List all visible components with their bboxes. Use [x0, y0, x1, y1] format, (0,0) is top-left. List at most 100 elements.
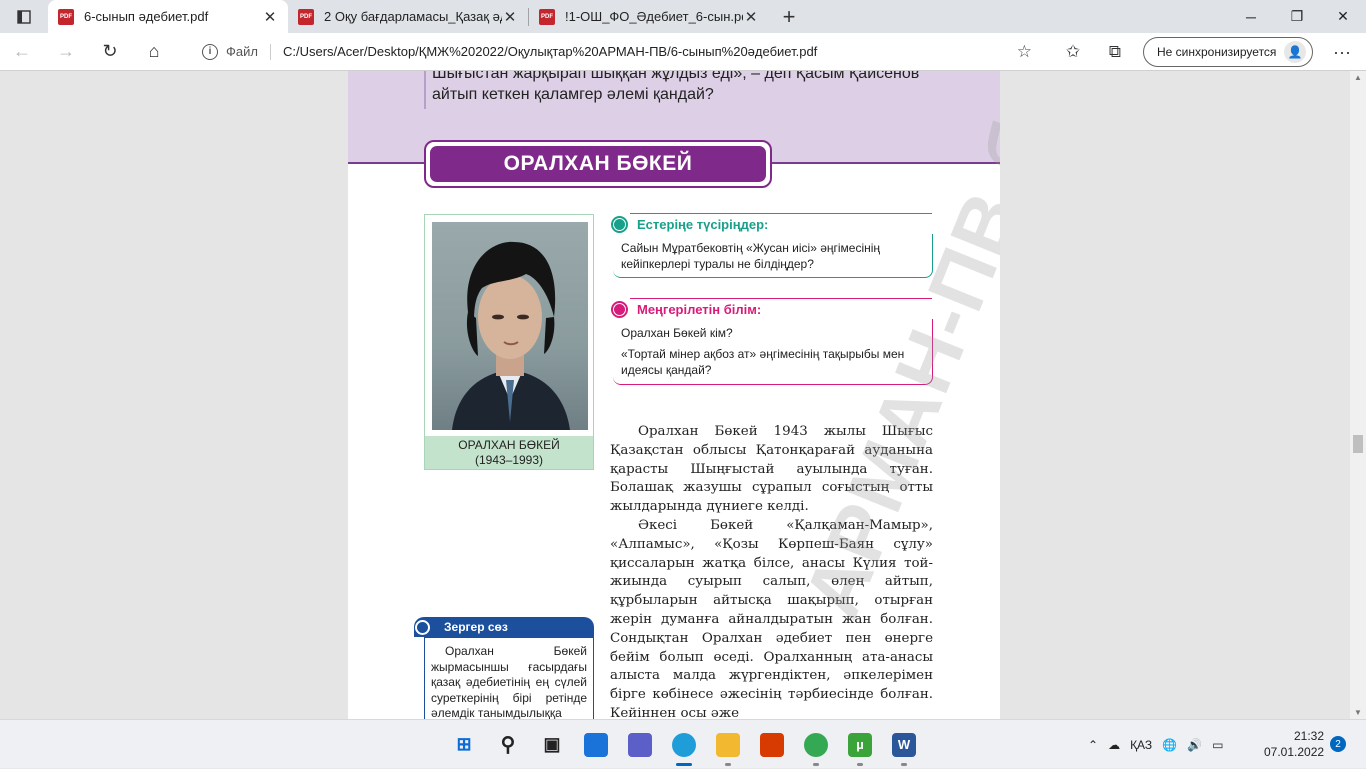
address-scheme: Файл [226, 44, 258, 59]
chapter-title-frame: ОРАЛХАН БӨКЕЙ [424, 140, 772, 188]
pdf-viewer: Шығыстан жарқырап шыққан жұлдыз еді», – … [0, 71, 1366, 719]
zerger-soz-box: Оралхан Бөкей жырмасыншы ғасырдағы қазақ… [424, 637, 594, 719]
word-taskbar-button[interactable]: W [882, 720, 926, 769]
window-controls: ─ ❐ ✕ [1228, 0, 1366, 33]
chrome-icon [804, 732, 828, 757]
favorites-icon[interactable]: ✩ [1052, 33, 1094, 71]
pdf-icon: PDF [58, 8, 74, 25]
show-hidden-icons-icon[interactable]: ⌃ [1088, 738, 1098, 752]
scroll-up-icon[interactable]: ▲ [1354, 73, 1362, 82]
utorrent-icon: µ [848, 732, 872, 757]
recall-heading-row: Естеріңе түсіріңдер: [611, 214, 768, 234]
back-button[interactable]: ← [0, 33, 44, 71]
profile-avatar-icon: 👤 [1284, 41, 1306, 63]
minimize-icon[interactable]: ─ [1228, 0, 1274, 33]
pdf-page: Шығыстан жарқырап шыққан жұлдыз еді», – … [348, 71, 1000, 719]
search-taskbar-button[interactable]: ⚲ [486, 720, 530, 769]
office-taskbar-button[interactable] [750, 720, 794, 769]
task-view-taskbar-button[interactable]: ▣ [530, 720, 574, 769]
taskbar: ⊞ ⚲ ▣ µ W ⌃ ☁ ҚАЗ 🌐 🔊 ▭ 21:32 07.01.2022 2 [0, 719, 1366, 768]
chapter-title: ОРАЛХАН БӨКЕЙ [430, 146, 766, 182]
zerger-heading: Зергер сөз [444, 620, 508, 634]
zerger-soz-heading-row: Зергер сөз [414, 617, 594, 637]
tab-label: 2 Оқу бағдарламасы_Қазақ әдебиеті [324, 9, 502, 24]
tab-label: !1-ОШ_ФО_Әдебиет_6-сын.pdf [565, 9, 743, 24]
tab-actions-icon [17, 9, 31, 24]
toolbar-right-buttons: ✩ ⧉ [1052, 33, 1136, 71]
knowledge-rule [630, 298, 932, 299]
widgets-taskbar-button[interactable] [574, 720, 618, 769]
tab-strip: PDF 6-сынып әдебиет.pdf ✕ PDF 2 Оқу бағд… [0, 0, 1366, 33]
portrait-drawing [452, 241, 570, 430]
widgets-icon [584, 732, 608, 757]
volume-icon[interactable]: 🔊 [1187, 738, 1202, 752]
close-tab-icon[interactable]: ✕ [743, 8, 759, 26]
tab-label: 6-сынып әдебиет.pdf [84, 9, 209, 24]
tray-app-icon[interactable]: ☁ [1108, 738, 1120, 752]
author-portrait [432, 222, 588, 430]
language-indicator[interactable]: ҚАЗ [1130, 738, 1152, 752]
word-icon: W [892, 732, 916, 757]
notification-badge[interactable]: 2 [1330, 736, 1346, 752]
chrome-taskbar-button[interactable] [794, 720, 838, 769]
windows-start-icon: ⊞ [456, 734, 472, 754]
edge-browser-taskbar-button[interactable] [662, 720, 706, 769]
address-url: C:/Users/Acer/Desktop/ҚМЖ%202022/Оқулықт… [282, 44, 818, 59]
profile-sync-button[interactable]: Не синхронизируется 👤 [1143, 37, 1313, 67]
address-divider [269, 43, 271, 60]
more-menu-icon[interactable]: ··· [1322, 33, 1362, 71]
zerger-dot-icon [415, 619, 430, 635]
utorrent-taskbar-button[interactable]: µ [838, 720, 882, 769]
file-explorer-icon [716, 732, 740, 757]
recall-box: Сайын Мұратбековтің «Жусан иісі» әңгімес… [613, 234, 933, 278]
tab-1[interactable]: PDF 6-сынып әдебиет.pdf ✕ [48, 0, 288, 33]
knowledge-heading-row: Меңгерілетін білім: [611, 299, 761, 319]
caption-years: (1943–1993) [474, 453, 544, 467]
knowledge-heading: Меңгерілетін білім: [637, 301, 762, 317]
teams-chat-icon [628, 732, 652, 757]
edge-browser-icon [672, 732, 696, 757]
home-button[interactable]: ⌂ [132, 33, 176, 71]
running-indicator [901, 763, 907, 766]
add-favorite-icon[interactable]: ☆ [1017, 42, 1032, 62]
windows-start-taskbar-button[interactable]: ⊞ [442, 720, 486, 769]
scrollbar-thumb[interactable] [1353, 435, 1363, 453]
knowledge-dot-icon [611, 300, 628, 318]
battery-icon[interactable]: ▭ [1212, 738, 1223, 752]
taskbar-apps: ⊞ ⚲ ▣ µ W [442, 720, 926, 769]
tab-actions-button[interactable] [0, 0, 48, 33]
forward-button[interactable]: → [44, 33, 88, 71]
search-icon: ⚲ [500, 734, 516, 756]
scroll-down-icon[interactable]: ▼ [1354, 708, 1362, 717]
file-explorer-taskbar-button[interactable] [706, 720, 750, 769]
new-tab-button[interactable]: + [769, 0, 809, 33]
collections-icon[interactable]: ⧉ [1094, 33, 1136, 71]
recall-heading: Естеріңе түсіріңдер: [637, 216, 769, 232]
clock-date: 07.01.2022 [1264, 745, 1325, 759]
tab-3[interactable]: PDF !1-ОШ_ФО_Әдебиет_6-сын.pdf ✕ [529, 0, 769, 33]
browser-toolbar: ← → ↻ ⌂ i Файл C:/Users/Acer/Desktop/ҚМЖ… [0, 33, 1366, 71]
clock-time: 21:32 [1293, 729, 1324, 743]
system-tray: ⌃ ☁ ҚАЗ 🌐 🔊 ▭ [1088, 720, 1233, 769]
running-indicator [676, 763, 692, 766]
close-window-icon[interactable]: ✕ [1320, 0, 1366, 33]
sync-label: Не синхронизируется [1157, 45, 1277, 59]
running-indicator [857, 763, 863, 766]
caption-name: ОРАЛХАН БӨКЕЙ [458, 438, 560, 452]
task-view-icon: ▣ [543, 734, 561, 754]
network-icon[interactable]: 🌐 [1162, 738, 1177, 752]
refresh-button[interactable]: ↻ [88, 33, 132, 71]
restore-icon[interactable]: ❐ [1274, 0, 1320, 33]
vertical-scrollbar[interactable]: ▲ ▼ [1350, 71, 1366, 719]
clock[interactable]: 21:32 07.01.2022 [1264, 728, 1324, 760]
tab-2[interactable]: PDF 2 Оқу бағдарламасы_Қазақ әдебиеті ✕ [288, 0, 528, 33]
close-tab-icon[interactable]: ✕ [262, 8, 278, 26]
pdf-icon: PDF [539, 8, 555, 25]
recall-dot-icon [611, 215, 628, 233]
address-bar[interactable]: i Файл C:/Users/Acer/Desktop/ҚМЖ%202022/… [188, 36, 1044, 67]
teams-chat-taskbar-button[interactable] [618, 720, 662, 769]
office-icon [760, 732, 784, 757]
intro-accent-bar [424, 71, 426, 109]
info-icon[interactable]: i [202, 43, 218, 60]
close-tab-icon[interactable]: ✕ [502, 8, 518, 26]
